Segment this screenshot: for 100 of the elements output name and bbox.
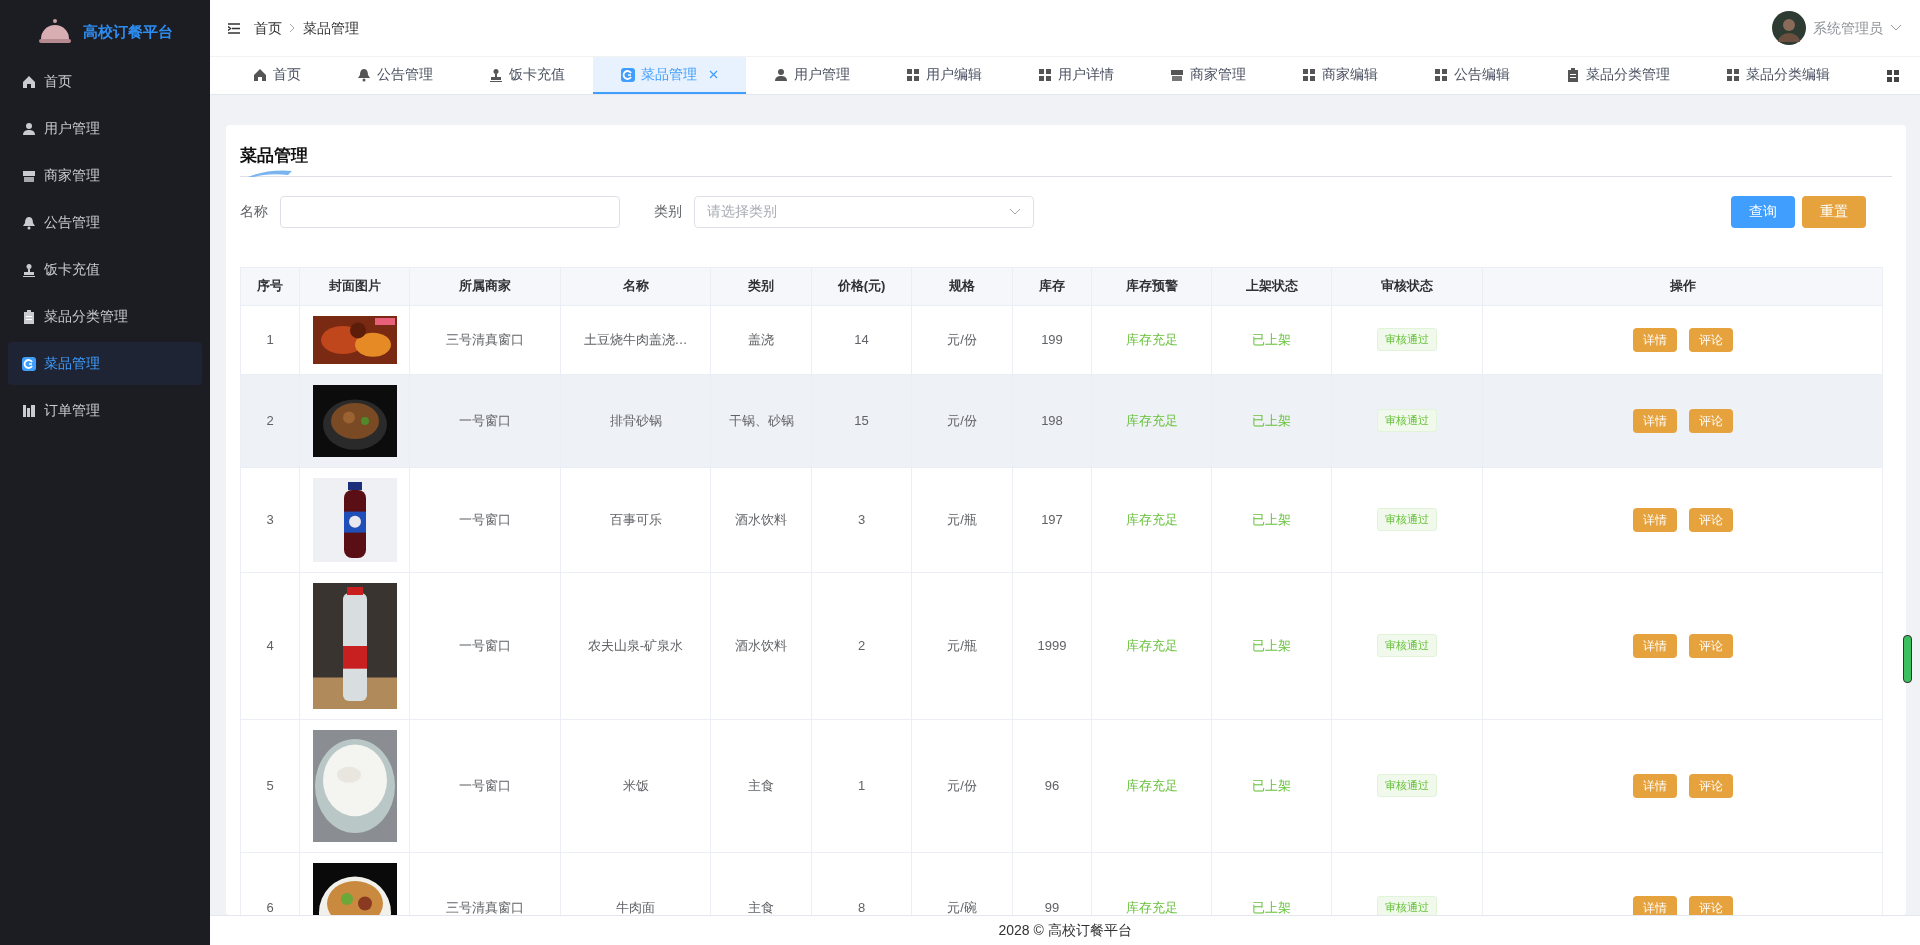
table-cell: 一号窗口 xyxy=(459,777,511,793)
table-cell: 198 xyxy=(1041,412,1063,428)
breadcrumb-separator-icon xyxy=(289,23,296,33)
tab[interactable]: 菜品分类编辑 xyxy=(1698,57,1858,94)
shelf-status: 已上架 xyxy=(1252,412,1291,428)
shelf-status: 已上架 xyxy=(1252,637,1291,653)
tab[interactable]: 公告管理 xyxy=(329,57,461,94)
column-header: 操作 xyxy=(1482,267,1883,305)
sidebar-item[interactable]: 用户管理 xyxy=(8,107,202,150)
shelf-status: 已上架 xyxy=(1252,777,1291,793)
table-cell: 8 xyxy=(857,899,866,915)
row-number: 6 xyxy=(266,899,274,915)
table-cell: 三号清真窗口 xyxy=(446,331,524,347)
column-header: 库存预警 xyxy=(1091,267,1212,305)
shelf-status: 已上架 xyxy=(1252,511,1291,527)
stock-status: 库存充足 xyxy=(1125,899,1178,915)
tab[interactable]: 菜品分类管理 xyxy=(1538,57,1698,94)
table-cell: 元/碗 xyxy=(947,899,977,915)
store-icon xyxy=(22,168,36,183)
column-header: 审核状态 xyxy=(1331,267,1483,305)
review-status-tag: 审核通过 xyxy=(1377,508,1437,531)
tab[interactable]: 用户编辑 xyxy=(878,57,1010,94)
breadcrumb-link[interactable]: 菜品管理 xyxy=(303,17,359,39)
table-cell: 米饭 xyxy=(622,777,649,793)
sidebar-item[interactable]: 订单管理 xyxy=(8,389,202,432)
user-icon xyxy=(22,121,36,136)
footer-text: 2028 © 高校订餐平台 xyxy=(210,915,1920,945)
avatar[interactable] xyxy=(1772,11,1806,45)
table-cell: 元/瓶 xyxy=(947,637,977,653)
grid-icon xyxy=(906,67,920,82)
row-number: 2 xyxy=(266,412,274,428)
table-cell: 排骨砂锅 xyxy=(609,412,662,428)
sidebar-item[interactable]: 商家管理 xyxy=(8,154,202,197)
table-cell: 元/份 xyxy=(947,412,977,428)
table-cell: 酒水饮料 xyxy=(735,637,787,653)
shelf-status: 已上架 xyxy=(1252,899,1291,915)
table-cell: 盖浇 xyxy=(748,331,774,347)
table-cell: 一号窗口 xyxy=(459,637,511,653)
tab[interactable]: 公告编辑 xyxy=(1406,57,1538,94)
column-header: 库存 xyxy=(1012,267,1092,305)
sidebar-item[interactable]: 首页 xyxy=(8,60,202,103)
sidebar-item[interactable]: 菜品分类管理 xyxy=(8,295,202,338)
column-header: 规格 xyxy=(911,267,1013,305)
breadcrumb-link[interactable]: 首页 xyxy=(254,17,282,39)
row-number: 1 xyxy=(266,331,274,347)
menu-icon[interactable] xyxy=(228,22,240,34)
table-cell: 元/瓶 xyxy=(947,511,977,527)
row-number: 4 xyxy=(266,637,274,653)
column-header: 上架状态 xyxy=(1211,267,1332,305)
tab[interactable]: 饭卡充值 xyxy=(461,57,593,94)
tab[interactable]: 用户详情 xyxy=(1010,57,1142,94)
review-status-tag: 审核通过 xyxy=(1377,634,1437,657)
card-title: 菜品管理 xyxy=(240,145,309,167)
table-cell: 1999 xyxy=(1037,637,1067,653)
dish-icon xyxy=(22,356,36,371)
chevron-down-icon[interactable] xyxy=(1890,24,1902,32)
table-cell: 一号窗口 xyxy=(459,412,511,428)
sidebar-item[interactable]: 公告管理 xyxy=(8,201,202,244)
table-cell: 三号清真窗口 xyxy=(446,899,524,915)
stock-status: 库存充足 xyxy=(1125,511,1178,527)
name-input-field[interactable] xyxy=(280,195,620,228)
tab[interactable]: 首页 xyxy=(225,57,329,94)
sidebar-item[interactable]: 菜品管理 xyxy=(8,342,202,385)
table-cell: 元/份 xyxy=(947,777,977,793)
side-widget[interactable] xyxy=(1903,635,1912,683)
table-cell: 1 xyxy=(857,777,866,793)
tab[interactable]: 商家管理 xyxy=(1142,57,1274,94)
chart-icon xyxy=(22,403,36,418)
tab[interactable]: 用户管理 xyxy=(746,57,878,94)
table-cell: 元/份 xyxy=(947,331,977,347)
table-cell: 3 xyxy=(857,511,866,527)
tab[interactable]: 商家编辑 xyxy=(1274,57,1406,94)
sidebar-item[interactable]: 饭卡充值 xyxy=(8,248,202,291)
review-status-tag: 审核通过 xyxy=(1377,328,1437,351)
table-cell: 酒水饮料 xyxy=(735,511,787,527)
review-status-tag: 审核通过 xyxy=(1377,896,1437,915)
bell-icon xyxy=(22,215,36,230)
field-label: 名称 xyxy=(240,202,268,221)
brand-title: 高校订餐平台 xyxy=(83,21,173,42)
table-cell: 197 xyxy=(1041,511,1063,527)
home-icon xyxy=(22,74,36,89)
column-header: 名称 xyxy=(560,267,711,305)
grid-menu-icon[interactable] xyxy=(1886,68,1900,83)
grid-icon xyxy=(1434,67,1448,82)
bell-icon xyxy=(357,67,371,82)
table-cell: 农夫山泉-矿泉水 xyxy=(587,637,684,653)
table-cell: 99 xyxy=(1044,899,1060,915)
grid-icon xyxy=(1302,67,1316,82)
shelf-status: 已上架 xyxy=(1252,331,1291,347)
store-icon xyxy=(1170,67,1184,82)
row-number: 3 xyxy=(266,511,274,527)
stock-status: 库存充足 xyxy=(1125,777,1178,793)
column-header: 价格(元) xyxy=(811,267,912,305)
table-cell: 96 xyxy=(1044,777,1060,793)
row-number: 5 xyxy=(266,777,274,793)
table-cell: 一号窗口 xyxy=(459,511,511,527)
table-cell: 土豆烧牛肉盖浇… xyxy=(583,331,688,347)
clipboard-icon xyxy=(22,309,36,324)
column-header: 所属商家 xyxy=(409,267,561,305)
table-cell: 15 xyxy=(854,412,869,428)
